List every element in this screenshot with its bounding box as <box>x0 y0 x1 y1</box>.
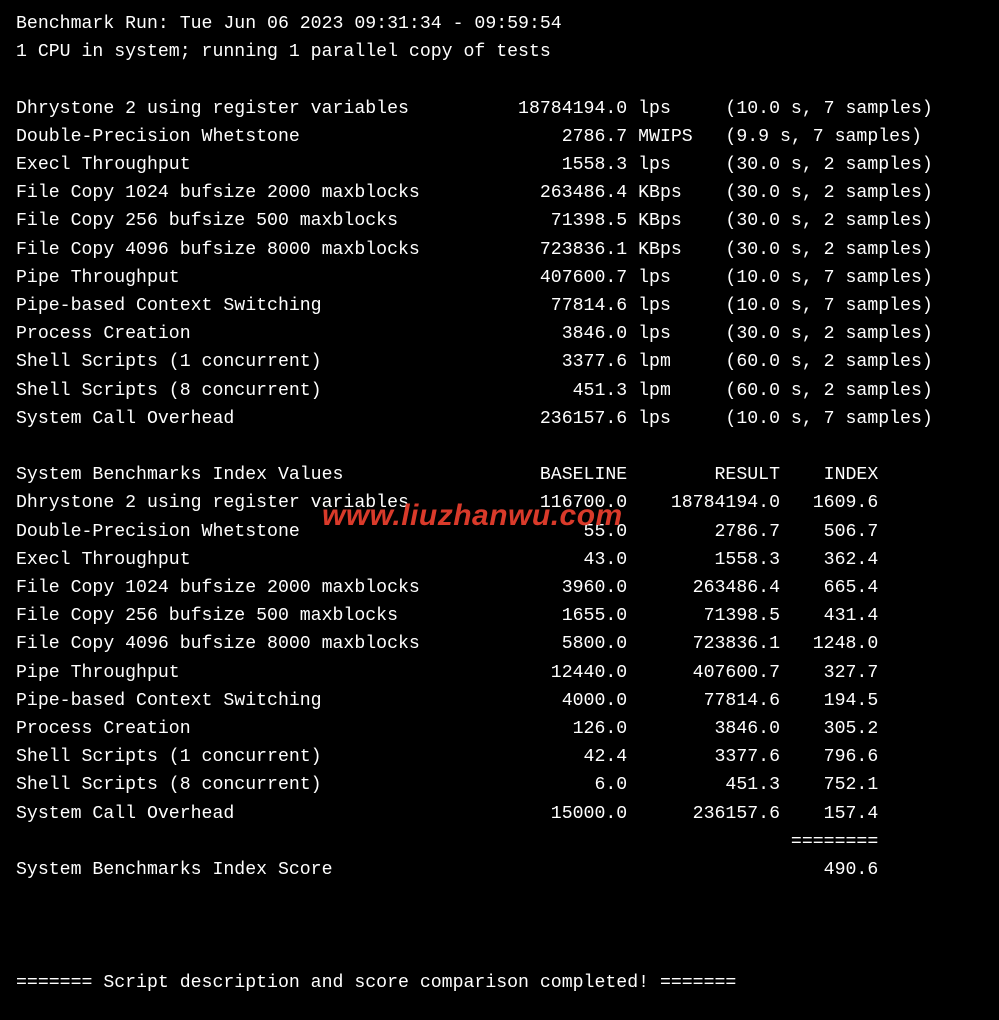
terminal-output: Benchmark Run: Tue Jun 06 2023 09:31:34 … <box>0 0 999 997</box>
footer-line: ======= Script description and score com… <box>16 973 736 993</box>
cpu-line: 1 CPU in system; running 1 parallel copy… <box>16 42 551 62</box>
results-block: Dhrystone 2 using register variables 187… <box>16 99 933 429</box>
index-score-line: System Benchmarks Index Score 490.6 <box>16 860 878 880</box>
index-separator: ======== <box>16 832 878 852</box>
index-block: Dhrystone 2 using register variables 116… <box>16 493 878 823</box>
index-header-row: System Benchmarks Index Values BASELINE … <box>16 465 878 485</box>
benchmark-run-line: Benchmark Run: Tue Jun 06 2023 09:31:34 … <box>16 14 562 34</box>
